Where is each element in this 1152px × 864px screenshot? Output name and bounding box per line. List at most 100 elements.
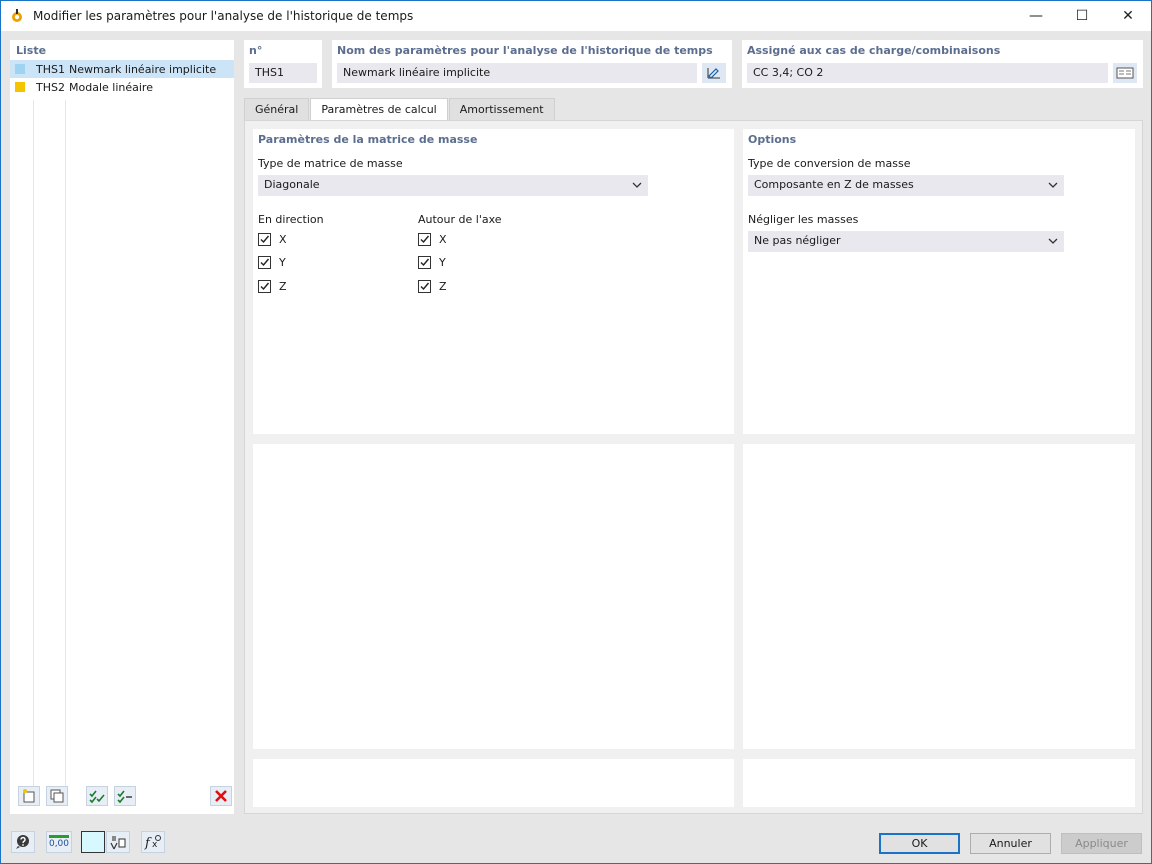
copy-icon: [50, 789, 64, 803]
checkbox-box[interactable]: [418, 233, 431, 246]
chevron-down-icon: [632, 182, 642, 188]
mass-conversion-label: Type de conversion de masse: [748, 157, 911, 170]
checkbox-label: Z: [439, 280, 447, 293]
units-button[interactable]: 0,00: [46, 831, 72, 853]
direction-x-checkbox[interactable]: X: [258, 233, 287, 246]
checkbox-box[interactable]: [418, 256, 431, 269]
help-icon: [16, 835, 29, 849]
edit-pencil-icon: [707, 68, 720, 79]
check-icon: [420, 258, 430, 267]
copy-item-button[interactable]: [46, 786, 68, 806]
model-view-button[interactable]: [106, 831, 130, 853]
checkbox-box[interactable]: [258, 233, 271, 246]
name-input[interactable]: Newmark linéaire implicite: [337, 63, 697, 83]
check-icon: [420, 235, 430, 244]
mass-conversion-select[interactable]: Composante en Z de masses: [748, 175, 1064, 196]
axis-label: Autour de l'axe: [418, 213, 502, 226]
formula-button[interactable]: f x: [141, 831, 165, 853]
dialog-window: Modifier les paramètres pour l'analyse d…: [0, 0, 1152, 864]
chevron-down-icon: [1048, 182, 1058, 188]
assigned-input[interactable]: CC 3,4; CO 2: [747, 63, 1108, 83]
tab-bar: Général Paramètres de calcul Amortisseme…: [244, 98, 556, 121]
list-item-ths2[interactable]: THS2 Modale linéaire: [10, 78, 234, 96]
check-all-icon: [89, 790, 105, 804]
axis-x-checkbox[interactable]: X: [418, 233, 447, 246]
new-document-icon: [23, 789, 35, 803]
list-toolbar: [16, 786, 232, 808]
checkbox-box[interactable]: [418, 280, 431, 293]
minimize-button[interactable]: —: [1013, 1, 1059, 31]
check-icon: [260, 235, 270, 244]
title-bar: Modifier les paramètres pour l'analyse d…: [1, 1, 1151, 31]
neglect-masses-select[interactable]: Ne pas négliger: [748, 231, 1064, 252]
tree-guide-line: [33, 100, 34, 800]
direction-y-checkbox[interactable]: Y: [258, 256, 286, 269]
ok-button[interactable]: OK: [879, 833, 960, 854]
select-load-cases-button[interactable]: [1113, 63, 1137, 83]
list-header: Liste: [16, 44, 47, 57]
mass-matrix-type-label: Type de matrice de masse: [258, 157, 403, 170]
options-title: Options: [748, 133, 797, 146]
list-item-name: Modale linéaire: [69, 80, 153, 94]
check-icon: [420, 282, 430, 291]
color-swatch: [15, 64, 25, 74]
axis-y-checkbox[interactable]: Y: [418, 256, 446, 269]
list-item-name: Newmark linéaire implicite: [69, 62, 217, 76]
formula-icon: f x: [144, 835, 161, 850]
help-button[interactable]: [11, 831, 35, 853]
tab-calculation-parameters[interactable]: Paramètres de calcul: [310, 98, 448, 121]
list-item-code: THS2: [36, 80, 65, 94]
name-label: Nom des paramètres pour l'analyse de l'h…: [337, 44, 713, 57]
neglect-masses-label: Négliger les masses: [748, 213, 859, 226]
tab-damping[interactable]: Amortissement: [448, 98, 555, 120]
empty-panel-middle-left: [253, 444, 734, 749]
delete-item-button[interactable]: [210, 786, 232, 806]
close-button[interactable]: ✕: [1105, 1, 1151, 31]
assigned-label: Assigné aux cas de charge/combinaisons: [747, 44, 1001, 57]
mass-matrix-type-select[interactable]: Diagonale: [258, 175, 648, 196]
chevron-down-icon: [1048, 238, 1058, 244]
direction-label: En direction: [258, 213, 324, 226]
toggle-check-button[interactable]: [114, 786, 136, 806]
color-picker-button[interactable]: [81, 831, 105, 853]
checkbox-label: Y: [279, 256, 286, 269]
checkbox-label: Y: [439, 256, 446, 269]
new-item-button[interactable]: [18, 786, 40, 806]
apply-button[interactable]: Appliquer: [1061, 833, 1142, 854]
delete-icon: [215, 790, 227, 802]
checkbox-box[interactable]: [258, 280, 271, 293]
window-title: Modifier les paramètres pour l'analyse d…: [33, 9, 414, 23]
name-field-group: Nom des paramètres pour l'analyse de l'h…: [332, 40, 732, 88]
direction-z-checkbox[interactable]: Z: [258, 280, 287, 293]
cancel-button[interactable]: Annuler: [970, 833, 1051, 854]
neglect-masses-value: Ne pas négliger: [754, 234, 841, 247]
maximize-button[interactable]: ☐: [1059, 1, 1105, 31]
axis-z-checkbox[interactable]: Z: [418, 280, 447, 293]
check-icon: [260, 282, 270, 291]
mass-matrix-title: Paramètres de la matrice de masse: [258, 133, 478, 146]
tab-general[interactable]: Général: [244, 98, 310, 120]
structure-view-icon: [110, 836, 126, 850]
empty-panel-bottom-left: [253, 759, 734, 807]
list-panel: Liste THS1 Newmark linéaire implicite TH…: [10, 40, 234, 814]
mass-matrix-type-value: Diagonale: [264, 178, 320, 191]
list-item-ths1[interactable]: THS1 Newmark linéaire implicite: [10, 60, 234, 78]
mass-conversion-value: Composante en Z de masses: [754, 178, 914, 191]
list-item-code: THS1: [36, 62, 65, 76]
number-label: n°: [249, 44, 263, 57]
units-icon: 0,00: [48, 835, 70, 849]
checkbox-label: X: [279, 233, 287, 246]
number-field-group: n° THS1: [244, 40, 322, 88]
window-controls: — ☐ ✕: [1013, 1, 1151, 31]
app-icon: [12, 9, 22, 22]
toggle-check-icon: [117, 790, 132, 804]
check-icon: [260, 258, 270, 267]
check-all-button[interactable]: [86, 786, 108, 806]
checkbox-label: Z: [279, 280, 287, 293]
edit-name-button[interactable]: [702, 63, 726, 83]
empty-panel-middle-right: [743, 444, 1135, 749]
svg-text:x: x: [152, 840, 158, 850]
checkbox-box[interactable]: [258, 256, 271, 269]
list-select-icon: [1116, 67, 1134, 79]
number-value[interactable]: THS1: [249, 63, 317, 83]
